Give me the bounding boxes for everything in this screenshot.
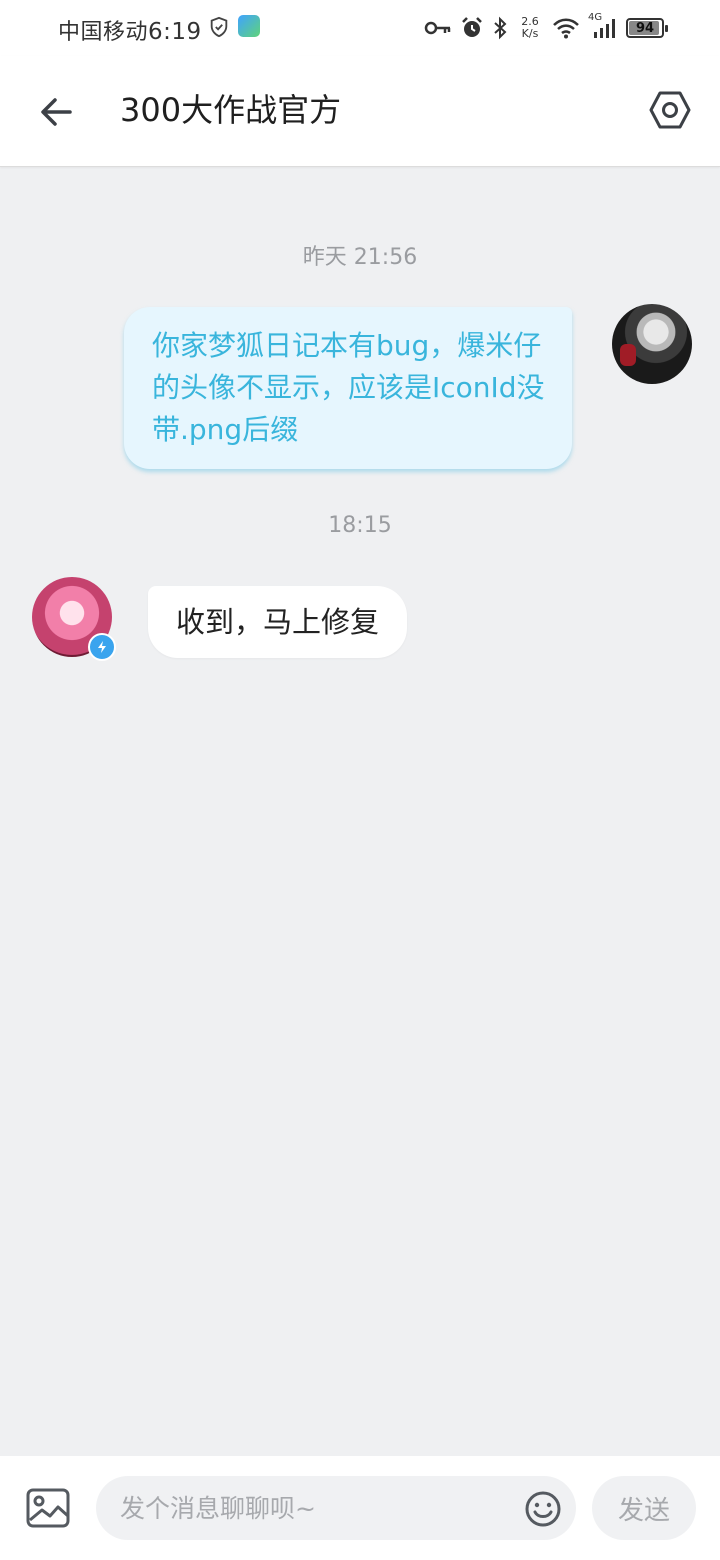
avatar-decoration (620, 344, 636, 366)
message-input-bar: 发送 (0, 1456, 720, 1560)
image-icon (26, 1488, 70, 1528)
settings-button[interactable] (642, 82, 698, 138)
chat-header: 300大作战官方 (0, 56, 720, 167)
image-picker-button[interactable] (24, 1484, 72, 1532)
lightning-icon (98, 641, 106, 653)
status-time: 6:19 (148, 19, 202, 45)
outgoing-message-bubble[interactable]: 你家梦狐日记本有bug，爆米仔的头像不显示，应该是IconId没带.png后缀 (124, 307, 572, 469)
signal-bars-icon (594, 19, 615, 38)
status-bar: 中国移动6:19 2.6 K/s 4G 94 (0, 0, 720, 56)
emoji-icon (525, 1491, 561, 1527)
key-icon (424, 21, 451, 35)
message-list[interactable]: 昨天 21:56 你家梦狐日记本有bug，爆米仔的头像不显示，应该是IconId… (0, 167, 720, 1455)
status-icons: 2.6 K/s 4G 94 (424, 12, 668, 44)
verified-badge-icon (88, 633, 116, 661)
alarm-icon (462, 17, 482, 37)
message-timestamp: 昨天 21:56 (302, 245, 418, 270)
carrier-and-time: 中国移动6:19 (58, 14, 202, 46)
arrow-left-icon (41, 98, 72, 126)
carrier-name: 中国移动 (58, 20, 149, 45)
send-button[interactable]: 发送 (592, 1476, 696, 1540)
message-input[interactable] (96, 1476, 576, 1540)
wifi-icon (553, 18, 579, 39)
back-button[interactable] (28, 84, 84, 140)
cellular-signal: 4G (588, 12, 618, 40)
app-notification-icon (238, 15, 260, 37)
message-timestamp: 18:15 (328, 513, 392, 538)
self-avatar[interactable] (612, 304, 692, 384)
battery-percent: 94 (635, 20, 655, 36)
hexagon-settings-icon (649, 91, 691, 129)
bluetooth-icon (494, 16, 507, 40)
network-speed: 2.6 K/s (516, 16, 544, 40)
battery-indicator: 94 (626, 18, 668, 38)
page-title: 300大作战官方 (120, 91, 342, 129)
emoji-button[interactable] (524, 1490, 562, 1528)
shield-icon (210, 16, 228, 38)
incoming-message-bubble[interactable]: 收到，马上修复 (148, 586, 408, 658)
network-speed-unit: K/s (521, 27, 539, 40)
